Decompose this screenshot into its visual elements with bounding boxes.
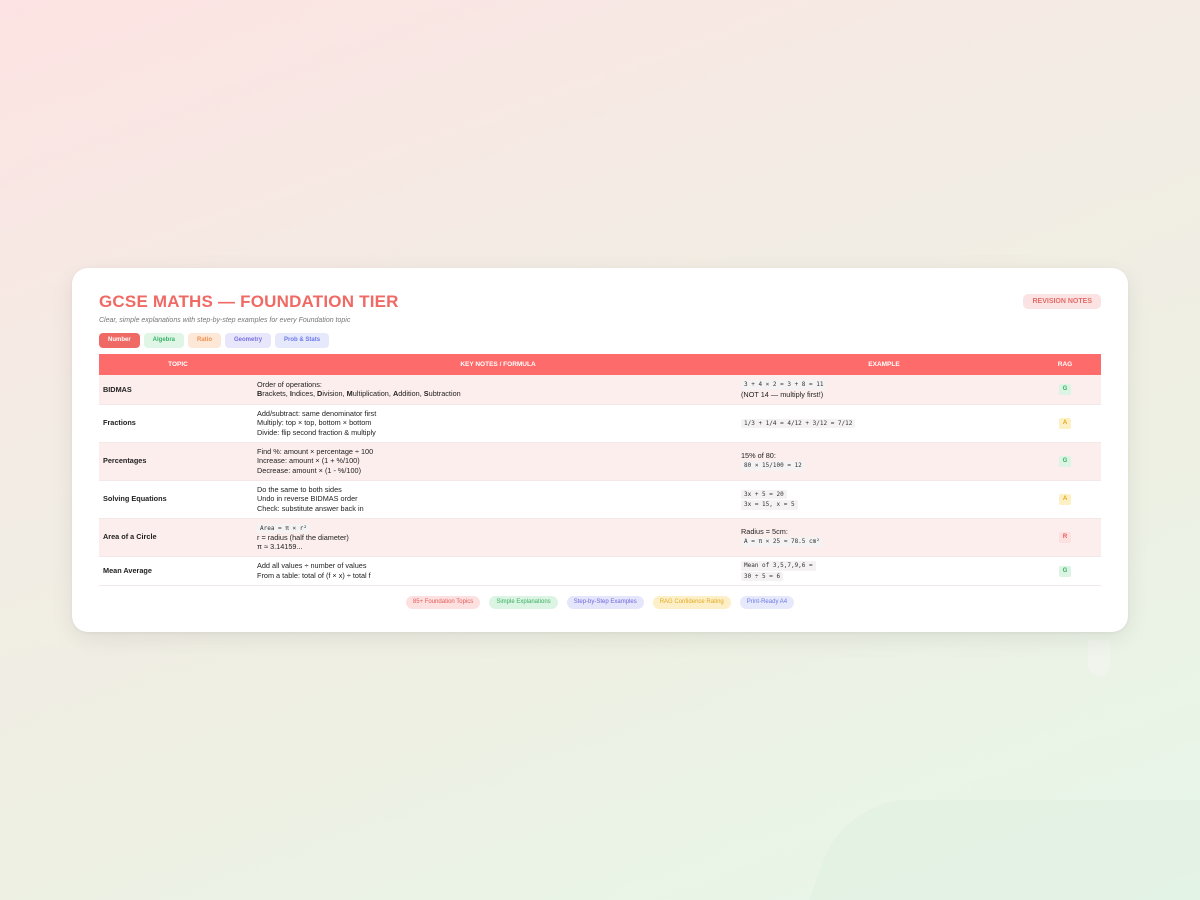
note-line: r = radius (half the diameter) [257,533,349,543]
example-text: 15% of 80: [741,451,776,461]
row-topic: Solving Equations [103,494,167,504]
page-title: GCSE MATHS — FOUNDATION TIER [99,292,399,311]
row-notes: Add/subtract: same denominator first Mul… [257,404,739,442]
row-example: 1/3 + 1/4 = 4/12 + 3/12 = 7/12 [739,404,1029,442]
row-notes: Find %: amount × percentage ÷ 100 Increa… [257,442,739,480]
row-rag: A [1029,404,1101,442]
row-notes: Do the same to both sides Undo in revers… [257,480,739,518]
example-text: (NOT 14 — multiply first!) [741,389,824,399]
feature-pill-explanations: Simple Explanations [489,595,558,609]
card-tail-decoration [1088,640,1110,676]
note-line: Order of operations: [257,380,322,390]
example-code: 1/3 + 1/4 = 4/12 + 3/12 = 7/12 [741,418,856,429]
tab-ratio[interactable]: Ratio [188,333,222,348]
row-example: Radius = 5cm: A = π × 25 ≈ 78.5 cm² [739,518,1029,556]
note-line: From a table: total of (f × x) ÷ total f [257,570,371,580]
example-code: Mean of 3,5,7,9,6 = [741,561,816,571]
column-header-example: EXAMPLE [868,361,900,368]
row-example: 15% of 80: 80 × 15/100 = 12 [739,442,1029,480]
row-rag: G [1029,442,1101,480]
row-notes: Add all values ÷ number of values From a… [257,556,739,585]
rag-badge[interactable]: A [1059,494,1071,505]
note-line: π ≈ 3.14159... [257,542,303,552]
note-code: Area = π × r² [257,523,310,534]
tab-algebra[interactable]: Algebra [143,333,185,348]
tab-prob-stats[interactable]: Prob & Stats [275,333,330,348]
row-example: Mean of 3,5,7,9,6 = 30 ÷ 5 = 6 [739,556,1029,585]
row-rag: A [1029,480,1101,518]
note-line: Increase: amount × (1 + %/100) [257,456,360,466]
row-notes: Order of operations: Brackets, Indices, … [257,375,739,404]
feature-pill-examples: Step-by-Step Examples [566,595,644,609]
topic-tabs: Number Algebra Ratio Geometry Prob & Sta… [99,333,1101,348]
table-row: Solving Equations Do the same to both si… [99,480,1101,518]
note-line: Check: substitute answer back in [257,503,364,513]
note-line: Add/subtract: same denominator first [257,409,377,419]
rag-badge[interactable]: G [1059,565,1071,577]
note-line: Multiply: top × top, bottom × bottom [257,418,372,428]
page-subtitle: Clear, simple explanations with step-by-… [99,317,351,324]
card-header: GCSE MATHS — FOUNDATION TIER Clear, simp… [99,292,1101,332]
revision-card: GCSE MATHS — FOUNDATION TIER Clear, simp… [72,268,1128,632]
row-topic: Mean Average [103,565,152,575]
table-row: Percentages Find %: amount × percentage … [99,442,1101,480]
tab-number[interactable]: Number [99,333,140,348]
table-header-row: TOPIC KEY NOTES / FORMULA EXAMPLE RAG [99,354,1101,375]
topics-table: TOPIC KEY NOTES / FORMULA EXAMPLE RAG BI… [99,354,1101,586]
row-rag: G [1029,556,1101,585]
row-topic: Fractions [103,418,136,428]
table-row: Fractions Add/subtract: same denominator… [99,404,1101,442]
rag-badge[interactable]: G [1059,456,1071,467]
column-header-notes: KEY NOTES / FORMULA [460,361,536,368]
row-topic: Area of a Circle [103,532,157,542]
note-line: Divide: flip second fraction & multiply [257,427,376,437]
row-notes: Area = π × r² r = radius (half the diame… [257,518,739,556]
row-topic: Percentages [103,456,147,466]
row-rag: R [1029,518,1101,556]
example-code: 3 + 4 × 2 = 3 + 8 = 11 [741,380,827,390]
example-text: Radius = 5cm: [741,527,788,537]
example-code: 3x = 15, x = 5 [741,500,798,510]
note-line: Decrease: amount × (1 - %/100) [257,465,362,475]
feature-pills: 85+ Foundation Topics Simple Explanation… [99,595,1101,609]
feature-pill-topics: 85+ Foundation Topics [405,595,481,609]
example-code: 30 ÷ 5 = 6 [741,571,784,581]
row-example: 3 + 4 × 2 = 3 + 8 = 11 (NOT 14 — multipl… [739,375,1029,404]
row-topic: BIDMAS [103,384,132,394]
row-rag: G [1029,375,1101,404]
feature-pill-rag: RAG Confidence Rating [652,595,731,609]
example-code: 80 × 15/100 = 12 [741,461,805,471]
table-row: Area of a Circle Area = π × r² r = radiu… [99,518,1101,556]
note-line: Find %: amount × percentage ÷ 100 [257,447,374,457]
example-code: A = π × 25 ≈ 78.5 cm² [741,537,823,547]
rag-badge[interactable]: A [1059,418,1071,429]
table-row: BIDMAS Order of operations: Brackets, In… [99,375,1101,404]
tab-geometry[interactable]: Geometry [225,333,272,348]
example-code: 3x + 5 = 20 [741,489,787,499]
revision-notes-badge: REVISION NOTES [1023,294,1101,309]
rag-badge[interactable]: R [1059,532,1071,543]
row-example: 3x + 5 = 20 3x = 15, x = 5 [739,480,1029,518]
feature-pill-print: Print-Ready A4 [739,595,795,609]
table-row: Mean Average Add all values ÷ number of … [99,556,1101,585]
note-line: Undo in reverse BIDMAS order [257,494,358,504]
note-line: Add all values ÷ number of values [257,561,367,571]
note-line-bidmas: Brackets, Indices, Division, Multiplicat… [257,389,461,399]
column-header-topic: TOPIC [168,361,188,368]
background-shape [794,800,1200,900]
note-line: Do the same to both sides [257,485,342,495]
rag-badge[interactable]: G [1059,384,1071,396]
column-header-rag: RAG [1057,361,1073,368]
